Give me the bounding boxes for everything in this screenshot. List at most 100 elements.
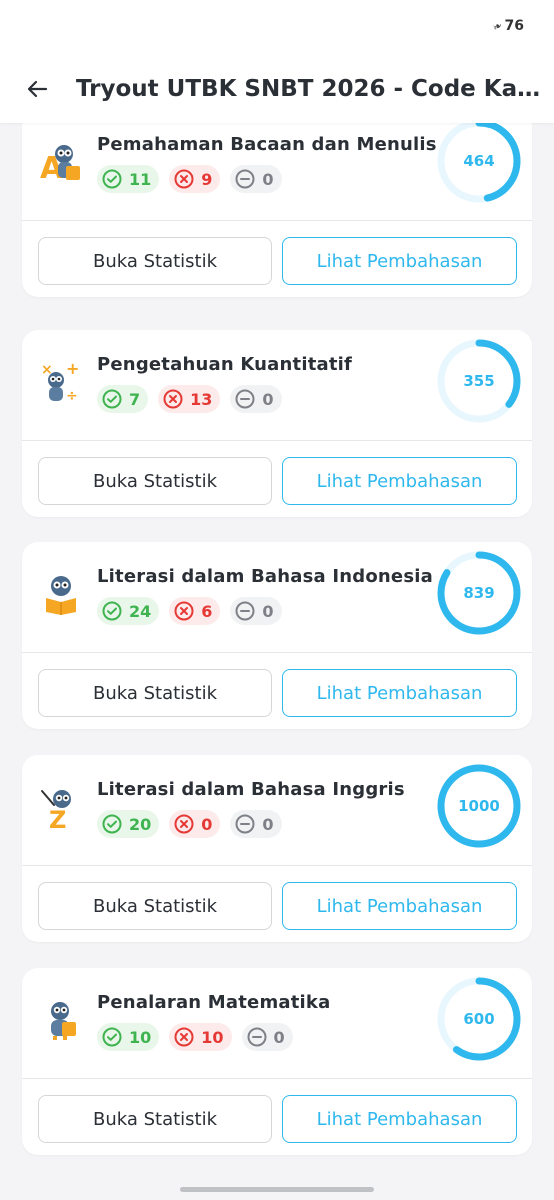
empty-count-badge: 0 [230, 385, 282, 413]
minus-circle-icon [235, 601, 255, 621]
x-circle-icon [163, 389, 183, 409]
subject-card: A Pemahaman Bacaan dan Menulis 11 9 0 46… [22, 123, 532, 297]
subject-result-list: A Pemahaman Bacaan dan Menulis 11 9 0 46… [0, 123, 554, 1200]
correct-count-badge: 20 [97, 810, 160, 838]
correct-count: 10 [129, 1027, 152, 1047]
correct-count: 24 [129, 601, 152, 621]
battery-indicator: ❧ 76 [490, 18, 524, 34]
wrong-count: 0 [201, 814, 213, 834]
x-circle-icon [174, 169, 194, 189]
empty-count-badge: 0 [230, 165, 282, 193]
wrong-count: 10 [201, 1027, 224, 1047]
check-circle-icon [102, 169, 122, 189]
owl-book-icon [46, 576, 76, 615]
view-discussion-button[interactable]: Lihat Pembahasan [282, 1095, 517, 1143]
score-gauge: 464 [437, 123, 521, 203]
subject-name: Pemahaman Bacaan dan Menulis [97, 134, 437, 155]
card-divider [22, 652, 532, 653]
score-gauge: 355 [437, 339, 521, 423]
score-gauge: 839 [437, 551, 521, 635]
page-title: Tryout UTBK SNBT 2026 - Code Kan... [76, 76, 546, 102]
wrong-count-badge: 10 [169, 1023, 232, 1051]
subject-name: Literasi dalam Bahasa Inggris [97, 779, 405, 800]
empty-count-badge: 0 [230, 597, 282, 625]
score-value: 600 [463, 1010, 494, 1028]
x-circle-icon [174, 601, 194, 621]
correct-count-badge: 7 [97, 385, 149, 413]
wrong-count-badge: 9 [169, 165, 221, 193]
wrong-count-badge: 0 [169, 810, 221, 838]
check-circle-icon [102, 601, 122, 621]
correct-count: 7 [129, 389, 141, 409]
answer-summary: 24 6 0 [97, 597, 282, 625]
empty-count: 0 [262, 814, 274, 834]
subject-card: × + ÷ Pengetahuan Kuantitatif 7 13 0 355… [22, 330, 532, 517]
score-value: 839 [463, 584, 494, 602]
home-indicator[interactable] [180, 1187, 374, 1192]
subject-card: Penalaran Matematika 10 10 0 600 Buka St… [22, 968, 532, 1155]
correct-count-badge: 11 [97, 165, 160, 193]
open-statistics-button[interactable]: Buka Statistik [38, 669, 272, 717]
x-circle-icon [174, 814, 194, 834]
empty-count: 0 [273, 1027, 285, 1047]
view-discussion-button[interactable]: Lihat Pembahasan [282, 669, 517, 717]
empty-count-badge: 0 [230, 810, 282, 838]
correct-count: 20 [129, 814, 152, 834]
minus-circle-icon [247, 1027, 267, 1047]
correct-count: 11 [129, 169, 152, 189]
subject-name: Literasi dalam Bahasa Indonesia [97, 566, 433, 587]
empty-count: 0 [262, 601, 274, 621]
subject-name: Pengetahuan Kuantitatif [97, 354, 353, 375]
open-statistics-button[interactable]: Buka Statistik [38, 457, 272, 505]
card-divider [22, 440, 532, 441]
subject-card: Literasi dalam Bahasa Indonesia 24 6 0 8… [22, 542, 532, 729]
view-discussion-button[interactable]: Lihat Pembahasan [282, 237, 517, 285]
open-statistics-button[interactable]: Buka Statistik [38, 237, 272, 285]
empty-count: 0 [262, 169, 274, 189]
correct-count-badge: 24 [97, 597, 160, 625]
minus-circle-icon [235, 169, 255, 189]
score-value: 464 [463, 152, 494, 170]
status-bar: ❧ 76 [0, 0, 554, 55]
view-discussion-button[interactable]: Lihat Pembahasan [282, 457, 517, 505]
score-gauge: 1000 [437, 764, 521, 848]
score-value: 1000 [458, 797, 500, 815]
x-circle-icon [174, 1027, 194, 1047]
score-value: 355 [463, 372, 494, 390]
wrong-count: 9 [201, 169, 213, 189]
card-divider [22, 220, 532, 221]
answer-summary: 7 13 0 [97, 385, 282, 413]
owl-reading-icon [51, 1002, 76, 1040]
view-discussion-button[interactable]: Lihat Pembahasan [282, 882, 517, 930]
battery-level: 76 [504, 18, 524, 34]
answer-summary: 11 9 0 [97, 165, 282, 193]
subject-name: Penalaran Matematika [97, 992, 331, 1013]
owl-math-icon: × + ÷ [41, 360, 79, 404]
check-circle-icon [102, 389, 122, 409]
minus-circle-icon [235, 814, 255, 834]
open-statistics-button[interactable]: Buka Statistik [38, 1095, 272, 1143]
owl-teacher-icon: Z [41, 790, 71, 829]
open-statistics-button[interactable]: Buka Statistik [38, 882, 272, 930]
card-divider [22, 1078, 532, 1079]
wrong-count-badge: 6 [169, 597, 221, 625]
wrong-count: 6 [201, 601, 213, 621]
empty-count-badge: 0 [241, 1023, 293, 1051]
answer-summary: 10 10 0 [97, 1023, 293, 1051]
subject-card: Z Literasi dalam Bahasa Inggris 20 0 0 1… [22, 755, 532, 942]
battery-saver-icon: ❧ [490, 18, 506, 34]
card-divider [22, 865, 532, 866]
check-circle-icon [102, 1027, 122, 1047]
back-button[interactable] [0, 55, 76, 123]
svg-text:÷: ÷ [66, 388, 78, 404]
svg-text:+: + [66, 360, 79, 378]
minus-circle-icon [235, 389, 255, 409]
svg-text:Z: Z [49, 806, 66, 829]
empty-count: 0 [262, 389, 274, 409]
owl-letters-icon: A [40, 145, 80, 184]
correct-count-badge: 10 [97, 1023, 160, 1051]
check-circle-icon [102, 814, 122, 834]
arrow-left-icon [27, 80, 48, 98]
answer-summary: 20 0 0 [97, 810, 282, 838]
score-gauge: 600 [437, 977, 521, 1061]
